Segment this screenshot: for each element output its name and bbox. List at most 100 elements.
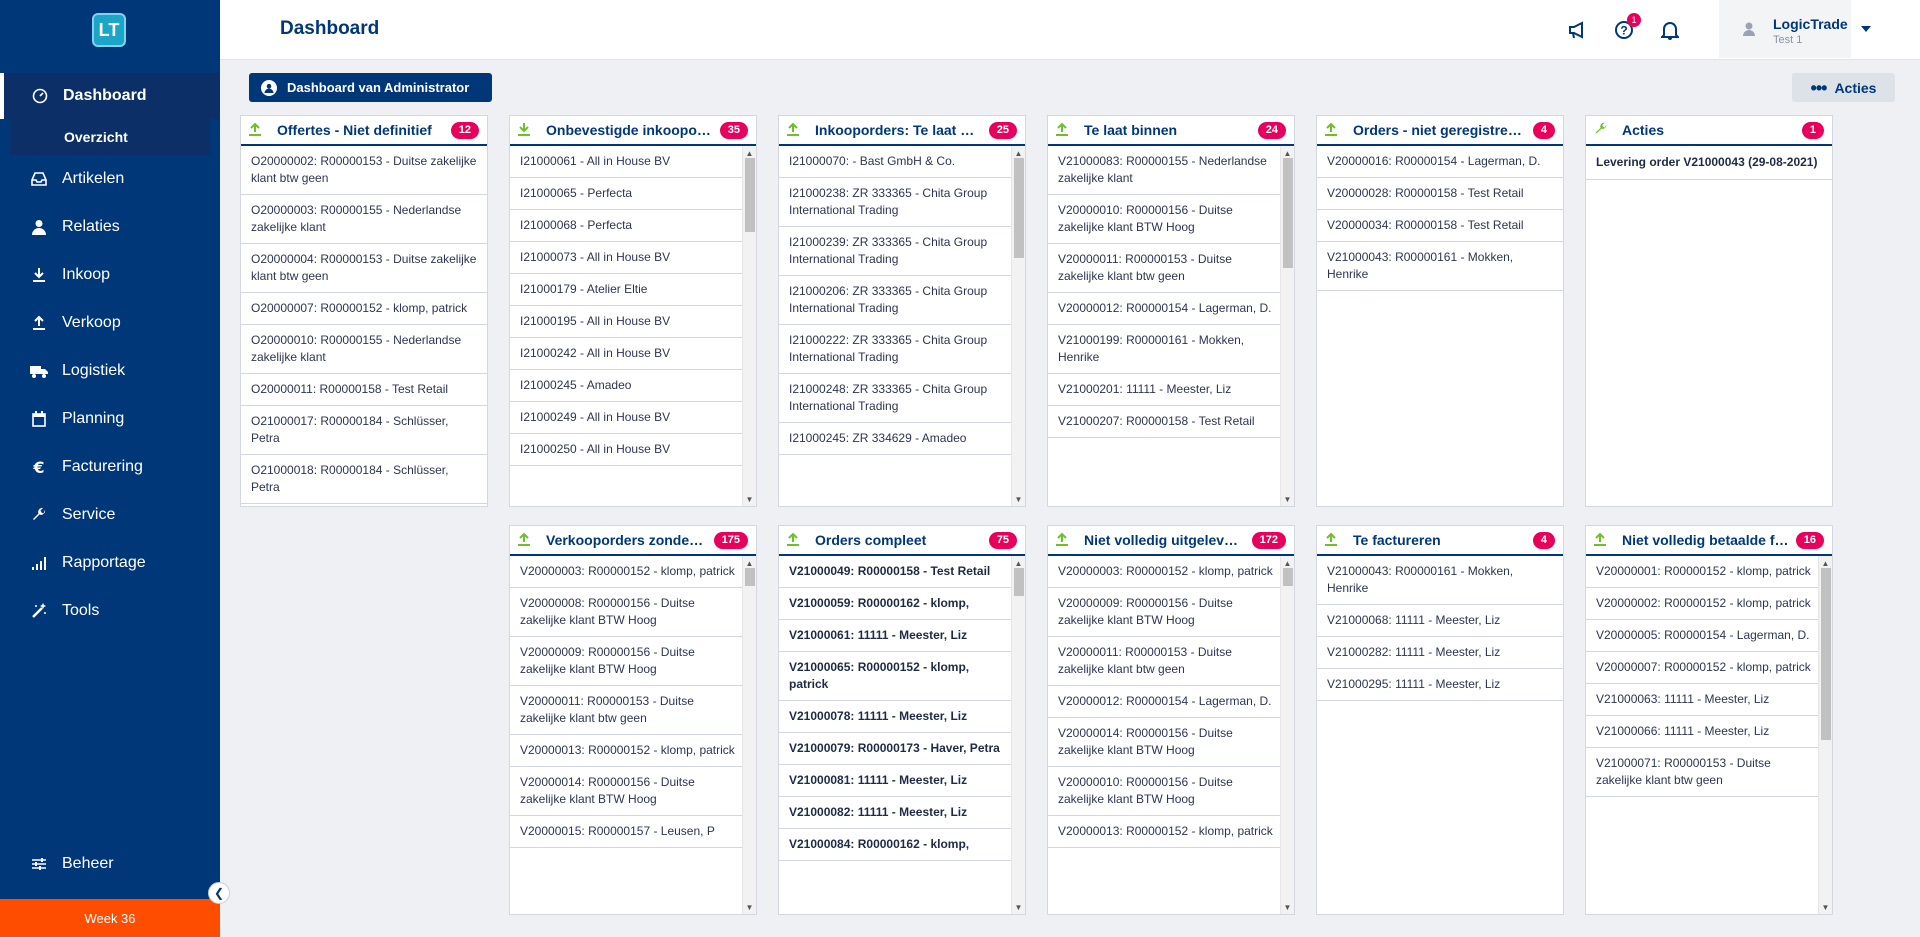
list-item[interactable]: V21000043: R00000161 - Mokken, Henrike [1317, 556, 1563, 605]
list-item[interactable]: V20000009: R00000156 - Duitse zakelijke … [510, 637, 743, 686]
list-item[interactable]: V20000028: R00000158 - Test Retail [1317, 178, 1563, 210]
list-item[interactable]: V20000011: R00000153 - Duitse zakelijke … [1048, 637, 1281, 686]
app-logo[interactable]: LT [92, 13, 126, 47]
list-item[interactable]: I21000250 - All in House BV [510, 434, 743, 466]
list-item[interactable]: V21000207: R00000158 - Test Retail [1048, 406, 1281, 438]
list-item[interactable]: V21000082: 11111 - Meester, Liz [779, 797, 1012, 829]
sidebar-item-tools[interactable]: Tools [0, 587, 220, 635]
widget-list[interactable]: V21000083: R00000155 - Nederlandse zakel… [1048, 146, 1294, 506]
widget-header[interactable]: Inkooporders: Te laat binnen 25 [779, 116, 1025, 146]
list-item[interactable]: V21000043: R00000161 - Mokken, Henrike [1317, 242, 1563, 291]
list-item[interactable]: V20000014: R00000156 - Duitse zakelijke … [510, 767, 743, 816]
list-item[interactable]: I21000073 - All in House BV [510, 242, 743, 274]
list-item[interactable]: I21000249 - All in House BV [510, 402, 743, 434]
list-item[interactable]: V21000068: 11111 - Meester, Liz [1317, 605, 1563, 637]
sidebar-subitem-overzicht[interactable]: Overzicht [10, 119, 210, 155]
list-item[interactable]: I21000245: ZR 334629 - Amadeo [779, 423, 1012, 455]
widget-list[interactable]: V21000043: R00000161 - Mokken, Henrike V2… [1317, 556, 1563, 914]
scrollbar[interactable]: ▲ ▼ [1280, 146, 1294, 506]
scrollbar-thumb[interactable] [1283, 158, 1293, 268]
list-item[interactable]: O20000004: R00000153 - Duitse zakelijke … [241, 244, 487, 293]
list-item[interactable]: V20000005: R00000154 - Lagerman, D. [1586, 620, 1819, 652]
list-item[interactable]: V20000012: R00000154 - Lagerman, D. [1048, 293, 1281, 325]
widget-header[interactable]: Verkooporders zonder levering175 [510, 526, 756, 556]
scroll-down-arrow-icon[interactable]: ▼ [1012, 900, 1025, 914]
widget-header[interactable]: Orders - niet geregistreerd 4 [1317, 116, 1563, 146]
scrollbar-thumb[interactable] [1283, 568, 1293, 586]
widget-header[interactable]: Niet volledig uitgeleverd 172 [1048, 526, 1294, 556]
scrollbar-thumb[interactable] [1014, 568, 1024, 596]
list-item[interactable]: V20000034: R00000158 - Test Retail [1317, 210, 1563, 242]
scrollbar[interactable]: ▲ ▼ [742, 146, 756, 506]
list-item[interactable]: V21000078: 11111 - Meester, Liz [779, 701, 1012, 733]
list-item[interactable]: V20000011: R00000153 - Duitse zakelijke … [510, 686, 743, 735]
list-item[interactable]: V20000002: R00000152 - klomp, patrick [1586, 588, 1819, 620]
list-item[interactable]: V21000081: 11111 - Meester, Liz [779, 765, 1012, 797]
scrollbar-thumb[interactable] [1821, 568, 1831, 740]
list-item[interactable]: V21000295: 11111 - Meester, Liz [1317, 669, 1563, 701]
list-item[interactable]: Levering order V21000043 (29-08-2021) [1586, 146, 1832, 180]
list-item[interactable]: I21000068 - Perfecta [510, 210, 743, 242]
sidebar-item-planning[interactable]: Planning [0, 395, 220, 443]
list-item[interactable]: I21000206: ZR 333365 - Chita Group Inter… [779, 276, 1012, 325]
scroll-down-arrow-icon[interactable]: ▼ [743, 900, 756, 914]
list-item[interactable]: V21000065: R00000152 - klomp, patrick [779, 652, 1012, 701]
widget-list[interactable]: V20000016: R00000154 - Lagerman, D. V2000… [1317, 146, 1563, 506]
widget-header[interactable]: Offertes - Niet definitief 12 [241, 116, 487, 146]
collapse-sidebar-button[interactable]: ❮ [208, 882, 230, 904]
list-item[interactable]: V20000009: R00000156 - Duitse zakelijke … [1048, 588, 1281, 637]
list-item[interactable]: I21000065 - Perfecta [510, 178, 743, 210]
list-item[interactable]: V21000049: R00000158 - Test Retail [779, 556, 1012, 588]
scroll-down-arrow-icon[interactable]: ▼ [1281, 900, 1294, 914]
list-item[interactable]: V21000201: 11111 - Meester, Liz [1048, 374, 1281, 406]
widget-list[interactable]: V20000003: R00000152 - klomp, patrick V20… [1048, 556, 1294, 914]
user-menu[interactable]: LogicTrade Test 1 [1719, 0, 1871, 58]
list-item[interactable]: V21000061: 11111 - Meester, Liz [779, 620, 1012, 652]
list-item[interactable]: V20000003: R00000152 - klomp, patrick [1048, 556, 1281, 588]
widget-header[interactable]: Niet volledig betaalde facturen16 [1586, 526, 1832, 556]
announcements-button[interactable] [1565, 17, 1591, 43]
sidebar-item-dashboard[interactable]: Dashboard [0, 73, 220, 119]
scroll-down-arrow-icon[interactable]: ▼ [743, 492, 756, 506]
list-item[interactable]: V21000282: 11111 - Meester, Liz [1317, 637, 1563, 669]
list-item[interactable]: V20000003: R00000152 - klomp, patrick [510, 556, 743, 588]
sidebar-item-rapportage[interactable]: Rapportage [0, 539, 220, 587]
widget-header[interactable]: Orders compleet 75 [779, 526, 1025, 556]
sidebar-item-beheer[interactable]: Beheer [0, 840, 220, 888]
scrollbar-thumb[interactable] [745, 568, 755, 586]
list-item[interactable]: I21000248: ZR 333365 - Chita Group Inter… [779, 374, 1012, 423]
widget-list[interactable]: V21000049: R00000158 - Test Retail V21000… [779, 556, 1025, 914]
list-item[interactable]: V20000010: R00000156 - Duitse zakelijke … [1048, 195, 1281, 244]
list-item[interactable]: V21000063: 11111 - Meester, Liz [1586, 684, 1819, 716]
list-item[interactable]: V20000012: R00000154 - Lagerman, D. [1048, 686, 1281, 718]
scrollbar[interactable]: ▲ ▼ [1280, 556, 1294, 914]
scrollbar-thumb[interactable] [745, 158, 755, 232]
list-item[interactable]: V20000011: R00000153 - Duitse zakelijke … [1048, 244, 1281, 293]
widget-list[interactable]: I21000061 - All in House BV I21000065 - P… [510, 146, 756, 506]
widget-header[interactable]: Te factureren 4 [1317, 526, 1563, 556]
list-item[interactable]: I21000222: ZR 333365 - Chita Group Inter… [779, 325, 1012, 374]
list-item[interactable]: O20000003: R00000155 - Nederlandse zakel… [241, 195, 487, 244]
sidebar-item-facturering[interactable]: € Facturering [0, 443, 220, 491]
widget-header[interactable]: Acties 1 [1586, 116, 1832, 146]
list-item[interactable]: O20000011: R00000158 - Test Retail [241, 374, 487, 406]
list-item[interactable]: V20000015: R00000157 - Leusen, P [510, 816, 743, 848]
list-item[interactable]: V21000083: R00000155 - Nederlandse zakel… [1048, 146, 1281, 195]
scrollbar[interactable]: ▲ ▼ [742, 556, 756, 914]
widget-header[interactable]: Te laat binnen 24 [1048, 116, 1294, 146]
widget-header[interactable]: Onbevestigde inkooporders 35 [510, 116, 756, 146]
scroll-down-arrow-icon[interactable]: ▼ [1281, 492, 1294, 506]
list-item[interactable]: I21000245 - Amadeo [510, 370, 743, 402]
widget-list[interactable]: I21000070: - Bast GmbH & Co. I21000238: Z… [779, 146, 1025, 506]
list-item[interactable]: V20000010: R00000156 - Duitse zakelijke … [1048, 767, 1281, 816]
sidebar-item-logistiek[interactable]: Logistiek [0, 347, 220, 395]
list-item[interactable]: V20000007: R00000152 - klomp, patrick [1586, 652, 1819, 684]
list-item[interactable]: V21000079: R00000173 - Haver, Petra [779, 733, 1012, 765]
list-item[interactable]: V20000013: R00000152 - klomp, patrick [1048, 816, 1281, 848]
widget-list[interactable]: O20000002: R00000153 - Duitse zakelijke … [241, 146, 487, 506]
list-item[interactable]: O21000018: R00000184 - Schlüsser, Petra [241, 455, 487, 504]
sidebar-item-inkoop[interactable]: Inkoop [0, 251, 220, 299]
sidebar-item-verkoop[interactable]: Verkoop [0, 299, 220, 347]
list-item[interactable]: I21000238: ZR 333365 - Chita Group Inter… [779, 178, 1012, 227]
help-button[interactable]: ? 1 [1611, 13, 1641, 43]
